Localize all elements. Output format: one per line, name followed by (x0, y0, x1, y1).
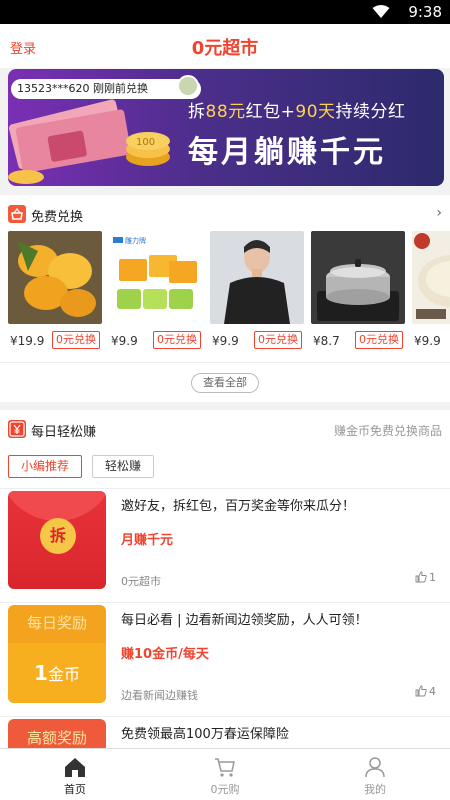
task-card[interactable]: 每日奖励 1金币 每日必看 | 边看新闻边领奖励，人人可领！ 赚10金币/每天 … (0, 602, 450, 716)
tab-home[interactable]: 首页 (0, 749, 150, 800)
banner-highlight-amount: 88元 (205, 102, 246, 122)
coin-amount: 1 (34, 661, 48, 685)
task-reward: 赚10金币/每天 (121, 647, 209, 662)
like-count-value: 1 (429, 571, 436, 584)
chip-easy-earn[interactable]: 轻松赚 (92, 455, 154, 478)
free-exchange-title: 免费兑换 (31, 210, 84, 225)
task-title: 邀好友，拆红包，百万奖金等你来瓜分！ (121, 499, 356, 514)
product-price: ¥9.9 (111, 334, 138, 348)
daily-earn-section: 每日轻松赚 赚金币免费兑换商品 小编推荐 轻松赚 拆 邀好友，拆红包，百万奖金等… (0, 410, 450, 750)
status-bar: 9:38 (0, 0, 450, 24)
product-card[interactable]: ¥8.7 0元兑换 (311, 231, 405, 349)
task-title: 免费领最高100万春运保障险 (121, 727, 289, 742)
daily-earn-header: 每日轻松赚 赚金币免费兑换商品 (0, 410, 450, 448)
promo-banner[interactable]: 100 13523***620 刚刚前兑换 拆88元红包+90天持续分红 每月躺… (8, 69, 444, 186)
divider (0, 362, 450, 363)
banner-text-suffix: 持续分红 (335, 102, 406, 122)
task-card[interactable]: 高额奖励 免费领最高100万春运保障险 (0, 716, 450, 750)
banner-highlight-days: 90天 (295, 102, 336, 122)
view-all-button[interactable]: 查看全部 (191, 373, 259, 393)
filter-chips: 小编推荐 轻松赚 (0, 455, 450, 479)
tab-mine[interactable]: 我的 (300, 749, 450, 800)
product-carousel[interactable]: ¥19.9 0元兑换 雕力牌 ¥9.9 0元兑换 ¥9.9 0元兑换 ¥8.7 … (0, 231, 450, 351)
yen-icon (8, 420, 26, 438)
thumbnail-heading: 高额奖励 (26, 729, 87, 747)
banner-slogan: 每月躺赚千元 (188, 135, 386, 170)
product-card[interactable]: 雕力牌 ¥9.9 0元兑换 (109, 231, 203, 349)
product-price: ¥9.9 (212, 334, 239, 348)
bottom-tab-bar: 首页 0元购 我的 (0, 748, 450, 800)
tab-label: 首页 (64, 783, 86, 796)
daily-earn-title: 每日轻松赚 (31, 425, 97, 440)
pot-image (311, 231, 405, 324)
free-exchange-section: 免费兑换 › ¥19.9 0元兑换 雕力牌 ¥9.9 0元兑换 ¥9.9 0元兑… (0, 195, 450, 402)
money-stack-illustration: 100 (8, 99, 170, 184)
coin-unit: 金币 (47, 665, 80, 684)
like-count-value: 4 (429, 685, 436, 698)
redeem-ticker: 13523***620 刚刚前兑换 (11, 75, 201, 99)
red-packet-seal: 拆 (40, 518, 76, 554)
page-title: 0元超市 (191, 38, 259, 59)
task-card[interactable]: 拆 邀好友，拆红包，百万奖金等你来瓜分！ 月赚千元 0元超市 1 (0, 488, 450, 602)
task-reward: 月赚千元 (121, 533, 174, 548)
task-title: 每日必看 | 边看新闻边领奖励，人人可领！ (121, 613, 368, 628)
coin-label: 100 (136, 137, 155, 148)
cart-icon (215, 758, 235, 777)
task-source: 0元超市 (121, 575, 161, 588)
product-card[interactable]: ¥9.9 0元兑换 (210, 231, 304, 349)
daily-reward-thumbnail: 每日奖励 1金币 (8, 605, 106, 703)
home-icon (65, 758, 85, 777)
free-exchange-header[interactable]: 免费兑换 › (0, 195, 450, 233)
task-source: 边看新闻边赚钱 (121, 689, 198, 702)
tab-label: 我的 (364, 783, 386, 796)
food-image (412, 231, 450, 324)
product-price: ¥19.9 (10, 334, 45, 348)
tab-zero-buy[interactable]: 0元购 (150, 749, 300, 800)
chip-editor-picks[interactable]: 小编推荐 (8, 455, 82, 478)
redeem-button[interactable]: 0元兑换 (254, 331, 302, 349)
product-price: ¥8.7 (313, 334, 340, 348)
redeem-button[interactable]: 0元兑换 (153, 331, 201, 349)
product-card[interactable]: ¥19.9 0元兑换 (8, 231, 102, 349)
person-icon (365, 757, 385, 778)
redeem-button[interactable]: 0元兑换 (52, 331, 100, 349)
tshirt-image (210, 231, 304, 324)
banner-text-prefix: 拆 (188, 102, 206, 122)
app-bar: 登录 0元超市 (0, 24, 450, 68)
thumbs-up-icon (415, 685, 427, 697)
thumbnail-amount: 1金币 (8, 643, 106, 703)
thumbs-up-icon (415, 571, 427, 583)
red-packet-thumbnail: 拆 (8, 491, 106, 589)
ticker-text: 13523***620 刚刚前兑换 (17, 82, 148, 95)
product-card[interactable]: ¥9.9 (412, 231, 450, 348)
chevron-right-icon[interactable]: › (436, 205, 442, 221)
tab-label: 0元购 (210, 783, 240, 796)
clock: 9:38 (408, 3, 442, 21)
soap-image: 雕力牌 (109, 231, 203, 324)
ticker-avatar (177, 75, 199, 97)
basket-icon (8, 205, 26, 223)
soap-brand-label: 雕力牌 (125, 236, 146, 245)
mango-image (8, 231, 102, 324)
wifi-icon (372, 5, 390, 18)
banner-headline: 拆88元红包+90天持续分红 (188, 97, 406, 122)
daily-earn-subtitle: 赚金币免费兑换商品 (333, 424, 442, 438)
banner-text-mid: 红包+ (245, 102, 296, 122)
like-count[interactable]: 1 (415, 571, 436, 584)
product-price: ¥9.9 (414, 334, 441, 348)
like-count[interactable]: 4 (415, 685, 436, 698)
high-reward-thumbnail: 高额奖励 (8, 719, 106, 750)
redeem-button[interactable]: 0元兑换 (355, 331, 403, 349)
red-packet-flap (8, 491, 106, 521)
thumbnail-heading: 每日奖励 (26, 614, 87, 632)
